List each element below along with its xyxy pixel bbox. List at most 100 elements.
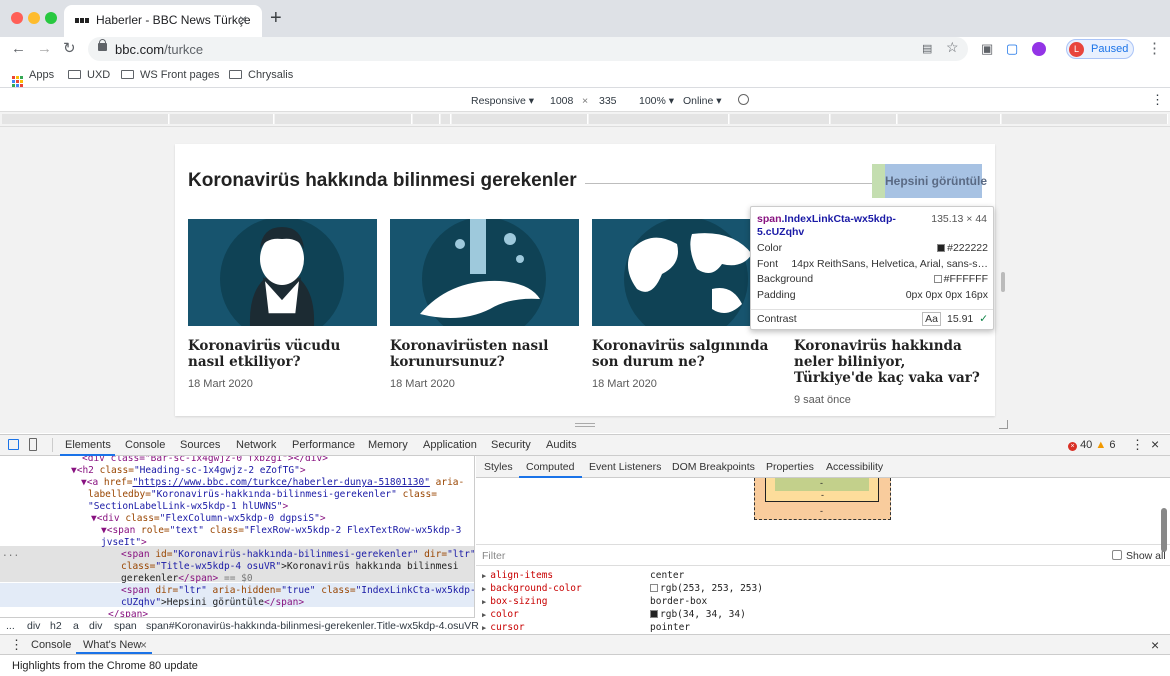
reload-button[interactable]: ↻: [63, 40, 76, 58]
tab-application[interactable]: Application: [423, 439, 477, 451]
inspect-element-icon[interactable]: [8, 439, 19, 450]
dom-line-selected[interactable]: gerekenler</span> == $0: [121, 573, 253, 585]
expand-triangle-icon[interactable]: ▶: [482, 624, 486, 632]
rotate-icon[interactable]: [738, 94, 749, 105]
see-all-link[interactable]: Hepsini görüntüle: [885, 174, 987, 188]
expand-triangle-icon[interactable]: ▶: [482, 572, 486, 580]
dom-line[interactable]: <span dir="ltr" aria-hidden="true" class…: [121, 585, 474, 597]
breadcrumb-item-selected[interactable]: span#Koronavirüs-hakkında-bilinmesi-gere…: [146, 620, 479, 632]
expand-triangle-icon[interactable]: ▶: [482, 598, 486, 606]
highlight-content[interactable]: Hepsini görüntüle: [885, 164, 987, 198]
dom-line[interactable]: "SectionLabelLink-wx5kdp-1 hlUWNS">: [88, 501, 288, 513]
expand-triangle-icon[interactable]: ▶: [482, 611, 486, 619]
computed-property[interactable]: ▶ align-items: [482, 570, 553, 581]
bookmark-chrysalis[interactable]: Chrysalis: [229, 69, 293, 81]
tab-console[interactable]: Console: [125, 439, 165, 451]
tab-computed[interactable]: Computed: [526, 461, 574, 473]
tab-elements[interactable]: Elements: [65, 439, 111, 451]
dom-line[interactable]: ▼<div class="FlexColumn-wx5kdp-0 dgpsiS"…: [91, 513, 326, 525]
tab-dom-breakpoints[interactable]: DOM Breakpoints: [672, 461, 755, 473]
viewport-width-input[interactable]: 1008: [550, 95, 573, 107]
breadcrumb-item[interactable]: h2: [50, 620, 62, 632]
dom-line[interactable]: jvseIt">: [101, 537, 147, 549]
device-toggle-icon[interactable]: [29, 438, 37, 451]
story-card[interactable]: Koronavirüs vücudu nasıl etkiliyor? 18 M…: [188, 219, 377, 390]
dom-line[interactable]: </span>: [108, 609, 148, 617]
back-button[interactable]: ←: [11, 40, 26, 58]
breadcrumb-more[interactable]: ...: [6, 620, 15, 632]
drawer-menu-icon[interactable]: ⋮: [10, 637, 23, 653]
tab-memory[interactable]: Memory: [368, 439, 408, 451]
bookmark-star-icon[interactable]: ☆: [946, 40, 959, 54]
close-window-button[interactable]: [11, 12, 23, 24]
box-model-border[interactable]: - -: [765, 478, 879, 502]
computed-property[interactable]: ▶ color: [482, 609, 519, 620]
tab-properties[interactable]: Properties: [766, 461, 814, 473]
tab-audits[interactable]: Audits: [546, 439, 577, 451]
story-headline[interactable]: Koronavirüsten nasıl korunursunuz?: [390, 338, 579, 370]
zoom-select[interactable]: 100% ▾: [639, 95, 674, 107]
computed-property[interactable]: ▶ cursor: [482, 622, 525, 633]
drawer-close-icon[interactable]: ×: [1151, 637, 1159, 653]
viewport-height-input[interactable]: 335: [599, 95, 617, 107]
expand-triangle-icon[interactable]: ▶: [482, 585, 486, 593]
camera-extension-icon[interactable]: ▣: [981, 42, 993, 56]
browser-tab[interactable]: Haberler - BBC News Türkçe ×: [64, 5, 262, 37]
throttling-select[interactable]: Online ▾: [683, 95, 722, 107]
dom-line[interactable]: ▼<span role="text" class="FlexRow-wx5kdp…: [101, 525, 461, 537]
filter-input[interactable]: Filter: [482, 550, 505, 562]
computed-property[interactable]: ▶ box-sizing: [482, 596, 547, 607]
devtools-close-icon[interactable]: ×: [1151, 436, 1159, 452]
tab-event-listeners[interactable]: Event Listeners: [589, 461, 661, 473]
drawer-tab-whats-new[interactable]: What's New: [83, 639, 141, 651]
device-toolbar-more-icon[interactable]: ⋮: [1151, 92, 1164, 108]
tab-performance[interactable]: Performance: [292, 439, 355, 451]
bookmark-apps[interactable]: Apps: [12, 69, 54, 87]
color-swatch[interactable]: [650, 584, 658, 592]
viewport-width-handle[interactable]: [1001, 272, 1005, 292]
computed-scrollbar[interactable]: [1161, 508, 1167, 552]
bookmark-uxd[interactable]: UXD: [68, 69, 110, 81]
tab-network[interactable]: Network: [236, 439, 276, 451]
media-query-bar[interactable]: [0, 112, 1170, 127]
drawer-tab-console[interactable]: Console: [31, 639, 71, 651]
address-bar[interactable]: bbc.com/turkce ▤ ☆: [88, 37, 968, 61]
dom-line[interactable]: ▼<a href="https://www.bbc.com/turkce/hab…: [81, 477, 464, 489]
computed-property[interactable]: ▶ background-color: [482, 583, 582, 594]
dom-line[interactable]: labelledby="Koronavirüs-hakkında-bilinme…: [88, 489, 437, 501]
color-swatch[interactable]: [650, 610, 658, 618]
new-tab-button[interactable]: +: [270, 8, 282, 28]
box-model-margin[interactable]: - - -: [754, 478, 891, 520]
dom-line-selected[interactable]: <span id="Koronavirüs-hakkında-bilinmesi…: [121, 549, 474, 561]
tab-sources[interactable]: Sources: [180, 439, 220, 451]
tab-styles[interactable]: Styles: [484, 461, 513, 473]
show-all-checkbox[interactable]: [1112, 550, 1122, 560]
dom-line[interactable]: ▼<h2 class="Heading-sc-1x4gwjz-2 eZofTG"…: [71, 465, 306, 477]
forward-button[interactable]: →: [37, 40, 52, 58]
story-headline[interactable]: Koronavirüs salgınında son durum ne?: [592, 338, 781, 370]
elements-dom-tree[interactable]: <div class="Bar-sc-1x4gwjz-0 fxbzgI"></d…: [0, 456, 475, 617]
minimize-window-button[interactable]: [28, 12, 40, 24]
viewport-height-handle[interactable]: [575, 423, 595, 427]
story-headline[interactable]: Koronavirüs hakkında neler biliniyor, Tü…: [794, 338, 983, 386]
drawer-tab-close-icon[interactable]: ×: [140, 638, 147, 652]
tab-security[interactable]: Security: [491, 439, 531, 451]
zoom-window-button[interactable]: [45, 12, 57, 24]
chrome-menu-icon[interactable]: ⋮: [1147, 40, 1162, 58]
cast-extension-icon[interactable]: ▢: [1006, 42, 1018, 56]
tab-accessibility[interactable]: Accessibility: [826, 461, 883, 473]
error-warning-counter[interactable]: × 40 ▲ 6: [1068, 439, 1115, 451]
translate-icon[interactable]: ▤: [922, 42, 932, 56]
dom-line[interactable]: <div class="Bar-sc-1x4gwjz-0 fxbzgI"></d…: [82, 456, 328, 465]
device-mode-select[interactable]: Responsive ▾: [471, 95, 534, 107]
dom-line-selected[interactable]: class="Title-wx5kdp-4 osuVR">Koronavirüs…: [121, 561, 458, 573]
viewport-corner-resize-icon[interactable]: [999, 420, 1008, 429]
bookmark-ws-front-pages[interactable]: WS Front pages: [121, 69, 219, 81]
story-card[interactable]: Koronavirüsten nasıl korunursunuz? 18 Ma…: [390, 219, 579, 390]
story-headline[interactable]: Koronavirüs vücudu nasıl etkiliyor?: [188, 338, 377, 370]
purple-extension-icon[interactable]: [1032, 42, 1046, 56]
breadcrumb-item[interactable]: span: [114, 620, 137, 632]
dom-line-ellipsis[interactable]: ...: [2, 548, 19, 560]
breadcrumb-item[interactable]: div: [89, 620, 102, 632]
devtools-menu-icon[interactable]: ⋮: [1131, 437, 1144, 453]
